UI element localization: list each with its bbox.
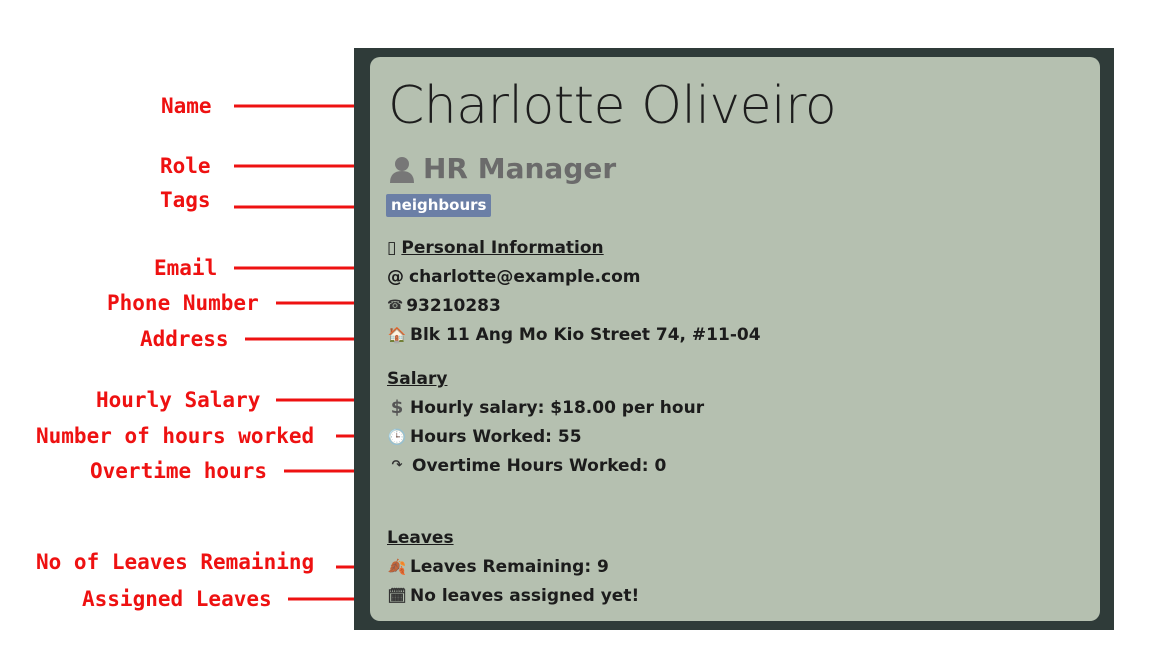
personal-info-heading: ▯ Personal Information [387,237,604,259]
email-row: @ charlotte@example.com [387,266,640,288]
house-icon: 🏠 [387,326,407,344]
phone-value: 93210283 [406,296,501,316]
leaves-remaining-value: Leaves Remaining: 9 [410,557,609,577]
leaves-remaining-row: 🍂 Leaves Remaining: 9 [387,556,609,578]
address-row: 🏠 Blk 11 Ang Mo Kio Street 74, #11-04 [387,324,761,346]
annotated-screenshot: Name Role Tags Email Phone Number Addres… [0,0,1167,664]
assigned-leaves-value: No leaves assigned yet! [410,586,640,606]
clock-icon: 🕒 [387,428,407,446]
calendar-icon: 🗓 [387,587,407,605]
overtime-value: Overtime Hours Worked: 0 [412,456,667,476]
hours-worked-row: 🕒 Hours Worked: 55 [387,426,582,448]
dollar-icon: $ [390,397,404,418]
assigned-leaves-row: 🗓 No leaves assigned yet! [387,585,639,607]
redo-arrow-icon: ↷ [391,458,403,473]
address-value: Blk 11 Ang Mo Kio Street 74, #11-04 [410,325,761,345]
role-label: HR Manager [423,152,617,185]
overtime-row: ↷ Overtime Hours Worked: 0 [387,455,667,477]
hours-worked-value: Hours Worked: 55 [410,427,582,447]
person-icon [390,157,414,183]
at-icon: @ [387,267,404,287]
id-card-icon: ▯ [387,238,397,258]
hourly-salary-value: Hourly salary: $18.00 per hour [410,398,705,418]
salary-heading: Salary [387,369,448,389]
email-value: charlotte@example.com [409,267,641,287]
leaves-heading: Leaves [387,528,454,548]
employee-name: Charlotte Oliveiro [388,76,837,136]
leaves-icon: 🍂 [387,558,407,576]
hourly-salary-row: $ Hourly salary: $18.00 per hour [387,397,704,419]
tag-badge: neighbours [386,194,492,217]
employee-role: HR Manager [387,151,616,187]
phone-icon: ☎ [387,298,404,313]
phone-row: ☎ 93210283 [387,295,501,317]
personal-info-heading-label: Personal Information [401,238,604,258]
